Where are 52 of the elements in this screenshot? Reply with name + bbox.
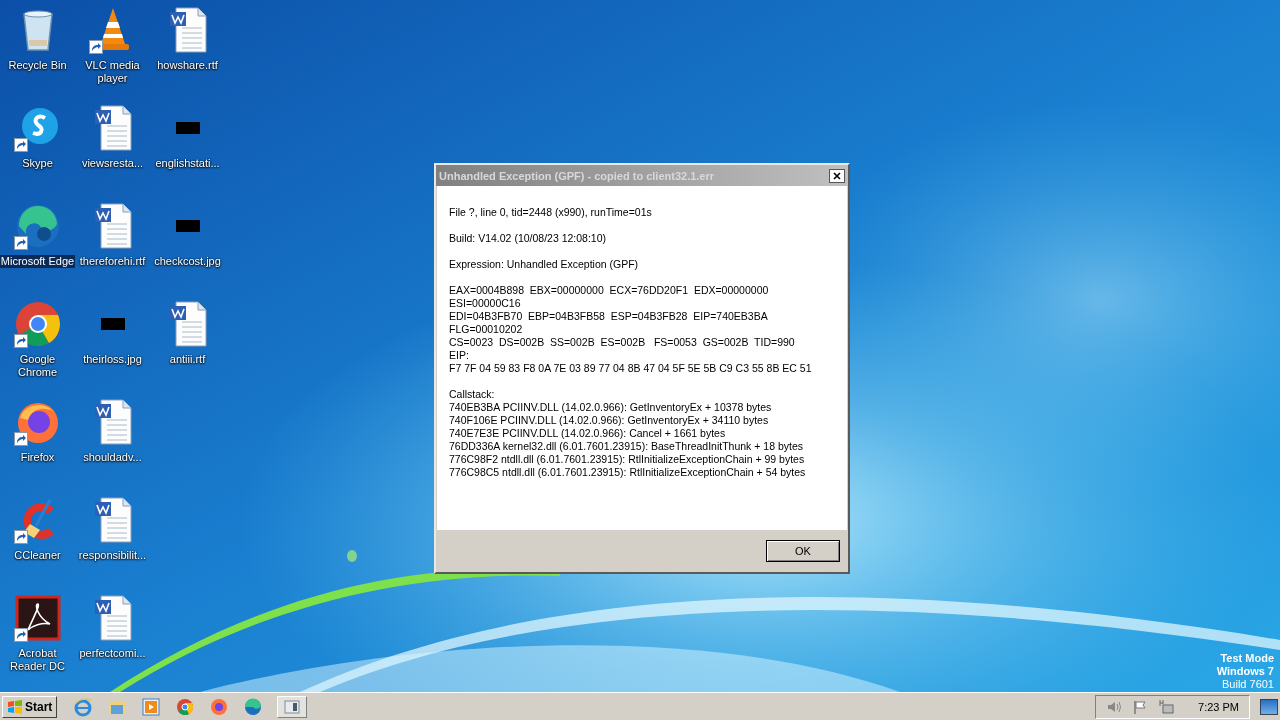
message-line: EDI=04B3FB70 EBP=04B3FB58 ESP=04B3FB28 EIP=740EB3BA [449,310,769,323]
icon-label[interactable]: Google Chrome [0,353,75,379]
network-icon[interactable] [1158,698,1175,715]
icon-label[interactable]: responsibilit... [78,549,147,562]
icon-label[interactable]: VLC media player [75,59,150,85]
icon-label[interactable]: howshare.rtf [157,59,218,72]
message-line: 740F106E PCIINV.DLL (14.02.0.966): GetInventoryEx + 34110 bytes [449,414,770,427]
icon-label[interactable]: Recycle Bin [8,59,67,72]
globe-icon[interactable] [209,696,230,717]
show-desktop-button[interactable] [1260,698,1278,715]
icon-label[interactable]: Microsoft Edge [0,255,76,268]
message-line: Expression: Unhandled Exception (GPF) [449,258,640,271]
ok-button[interactable]: OK [766,540,840,562]
message-line: CS=0023 DS=002B SS=002B ES=002B FS=0053 GS=002B TID=990 [449,336,796,349]
icon-label[interactable]: perfectcomi... [79,647,146,660]
os-notice: Windows 7 [1216,665,1274,678]
close-icon[interactable] [829,168,845,183]
flag-icon[interactable] [1132,698,1149,715]
message-line: 740EB3BA PCIINV.DLL (14.02.0.966): GetInventoryEx + 10378 bytes [449,401,773,414]
message-line: 76DD336A kernel32.dll (6.01.7601.23915): BaseThreadInitThunk + 18 bytes [449,440,805,453]
icon-label[interactable]: viewsresta... [81,157,144,170]
icon-label[interactable]: checkcost.jpg [154,255,221,268]
message-line: EAX=0004B898 EBX=00000000 ECX=76DD20F1 EDX=00000000 [449,284,770,297]
message-line: 776C98F2 ntdll.dll (6.01.7601.23915): RtlInitializeExceptionChain + 99 bytes [449,453,806,466]
icon-label[interactable]: antiii.rtf [169,353,206,366]
window-button[interactable] [277,695,308,718]
message-line: EIP: [449,349,470,362]
icon-label[interactable]: englishstati... [155,157,220,170]
message-line: 776C98C5 ntdll.dll (6.01.7601.23915): RtlInitializeExceptionChain + 54 bytes [449,466,807,479]
pdf-icon[interactable] [13,594,62,642]
os-notice: Test Mode [1220,652,1274,665]
message-line: Build: V14.02 (10/08/23 12:08:10) [449,232,608,245]
browser-icon[interactable] [175,696,196,717]
start-button[interactable]: Start [2,695,58,718]
os-notice: Build 7601 [1222,678,1274,691]
icon-label[interactable]: Skype [22,157,53,170]
icon-label[interactable]: Firefox [20,451,55,464]
icon-label[interactable]: CCleaner [14,549,61,562]
message-line: File ?, line 0, tid=2448 (x990), runTime=01s [449,206,653,219]
message-line: FLG=00010202 [449,323,524,336]
message-line: 740E7E3E PCIINV.DLL (14.02.0.966): Cancel + 1661 bytes [449,427,727,440]
icon-label[interactable]: Acrobat Reader DC [0,647,75,673]
icon-label[interactable]: thereforehi.rtf [79,255,146,268]
icon-label[interactable]: theirloss.jpg [83,353,142,366]
window-icon [284,699,301,714]
message-line: F7 7F 04 59 83 F8 0A 7E 03 89 77 04 8B 47 04 5F 5E 5B C9 C3 55 8B EC 51 [449,362,813,375]
browser-icon[interactable] [13,300,62,348]
icon-label[interactable]: shouldadv... [83,451,142,464]
windows-flag-icon [7,698,23,715]
message-line: ESI=00000C16 [449,297,522,310]
clock: 7:23 PM [1198,700,1239,713]
message-line: Callstack: [449,388,496,401]
